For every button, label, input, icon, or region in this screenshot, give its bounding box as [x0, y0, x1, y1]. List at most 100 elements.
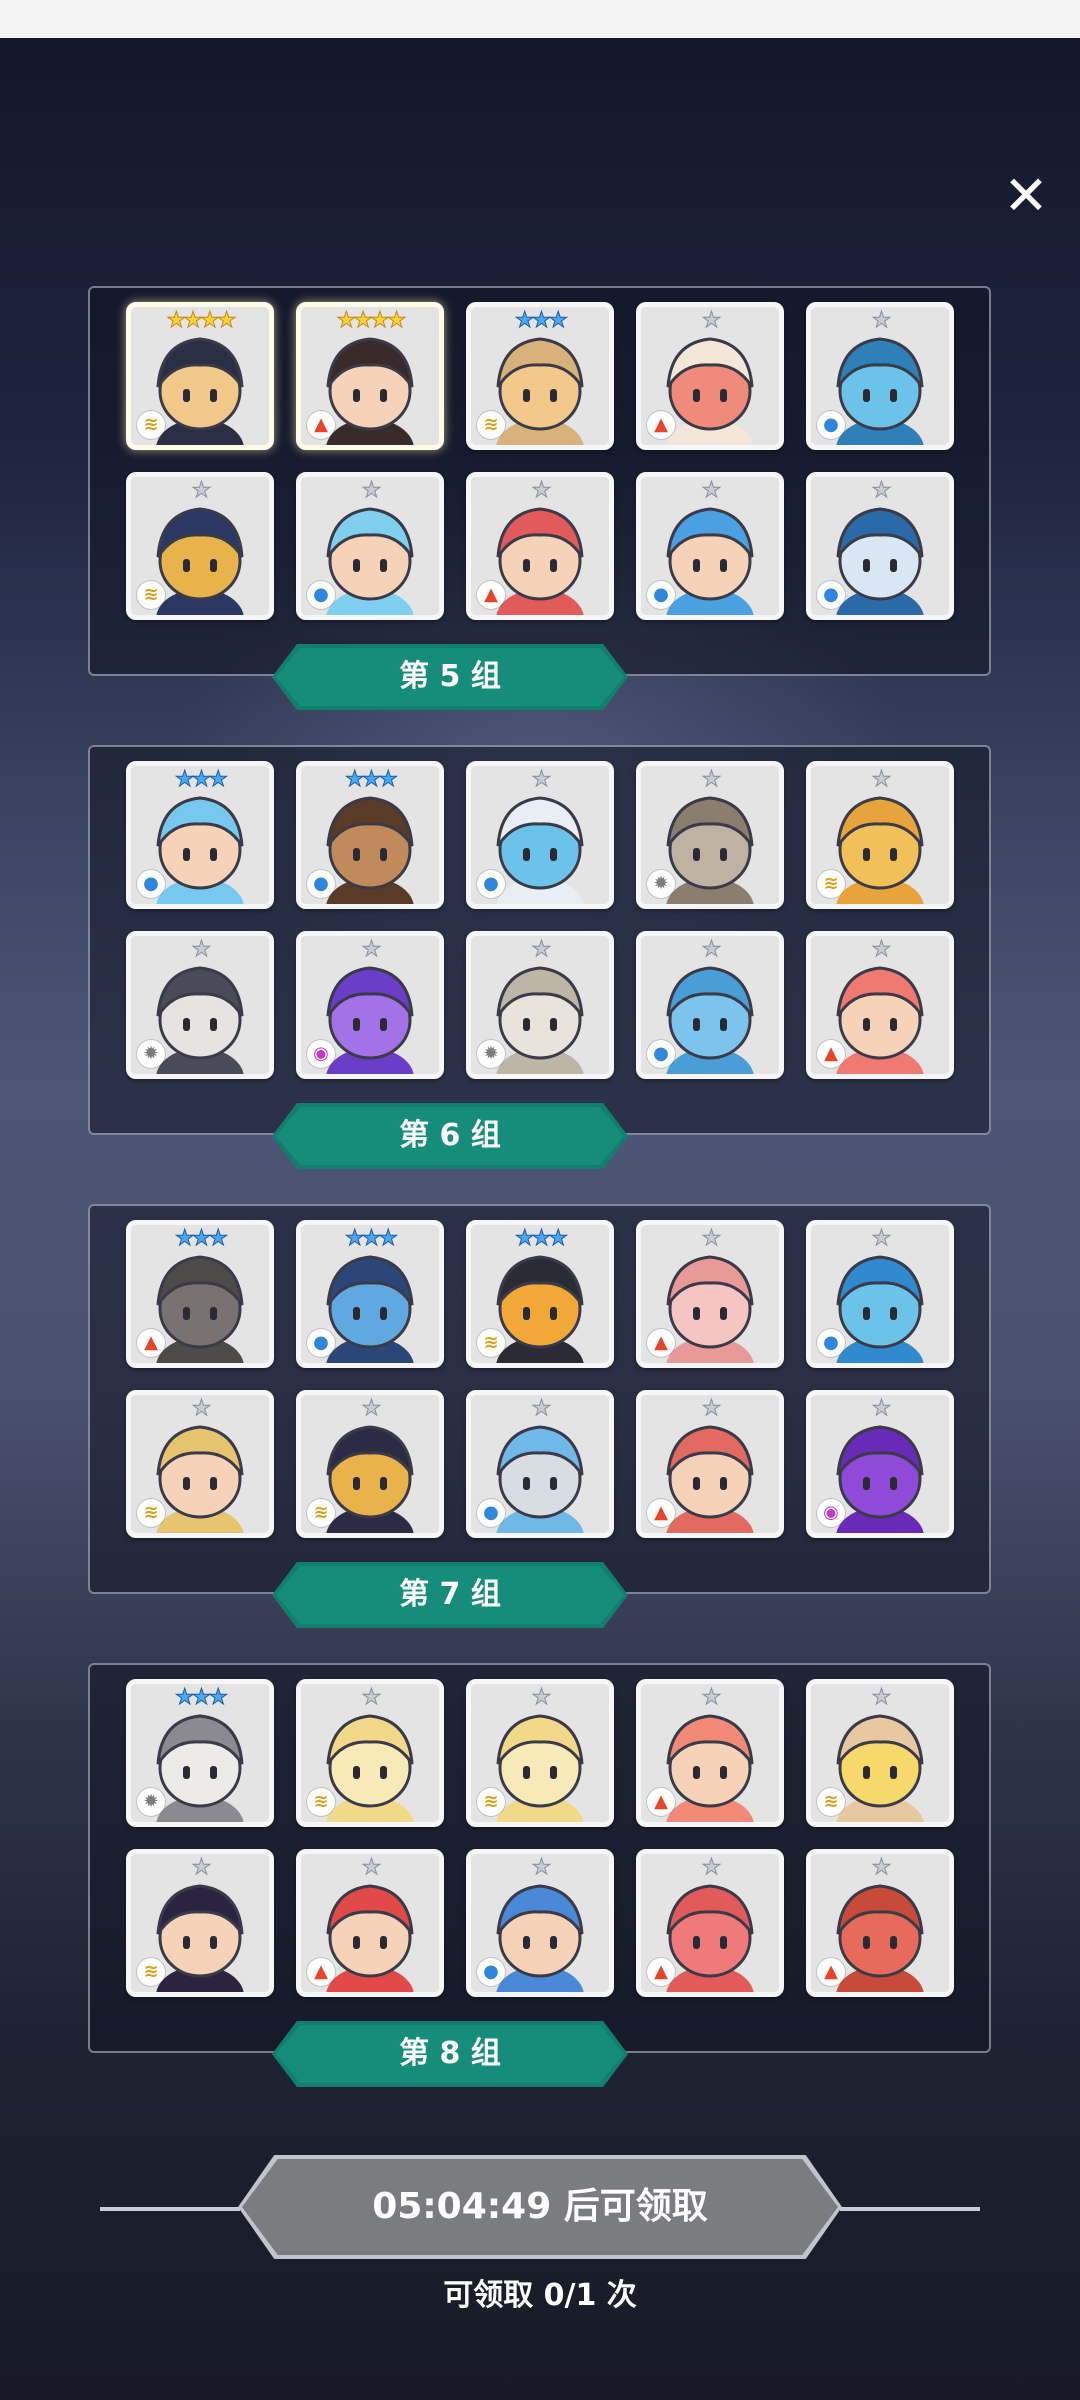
water-drop-icon: ●	[477, 1499, 505, 1527]
hero-card[interactable]: ★ ●	[296, 472, 444, 620]
hero-card[interactable]: ★ ≋	[806, 761, 954, 909]
hero-card[interactable]: ★ ✹	[466, 931, 614, 1079]
hero-card[interactable]: ★ ≋	[126, 1390, 274, 1538]
hero-card[interactable]: ★★★ ✹	[126, 1679, 274, 1827]
hero-card[interactable]: ★ ✹	[126, 931, 274, 1079]
tornado-icon: ≋	[307, 1499, 335, 1527]
star-rating: ★	[701, 1855, 722, 1880]
hero-card[interactable]: ★ ▲	[636, 1679, 784, 1827]
star-rating: ★	[871, 308, 892, 333]
hero-card[interactable]: ★ ●	[466, 1390, 614, 1538]
flame-icon: ▲	[307, 1958, 335, 1986]
star-rating: ★	[531, 937, 552, 962]
hero-card[interactable]: ★★★ ≋	[466, 1220, 614, 1368]
hero-card[interactable]: ★ ◉	[806, 1390, 954, 1538]
star-rating: ★	[871, 478, 892, 503]
star-rating: ★	[531, 478, 552, 503]
hero-card[interactable]: ★ ●	[636, 931, 784, 1079]
water-drop-icon: ●	[137, 870, 165, 898]
close-button[interactable]: ✕	[996, 166, 1056, 226]
hero-card[interactable]: ★ ▲	[636, 302, 784, 450]
group-label: 第 6 组	[276, 1107, 624, 1165]
hero-card[interactable]: ★ ≋	[466, 1679, 614, 1827]
star-rating: ★	[361, 937, 382, 962]
hero-card[interactable]: ★★★ ▲	[126, 1220, 274, 1368]
hero-grid: ★★★ ✹ ★ ≋ ★ ≋ ★ ▲ ★ ≋ ★ ≋ ★ ▲ ★ ● ★ ▲ ★ ▲	[126, 1679, 956, 2019]
hero-card[interactable]: ★ ●	[806, 472, 954, 620]
group-label: 第 7 组	[276, 1566, 624, 1624]
star-rating: ★	[191, 478, 212, 503]
star-rating: ★★★	[174, 1226, 228, 1251]
hero-card[interactable]: ★ ▲	[806, 931, 954, 1079]
tornado-icon: ≋	[137, 581, 165, 609]
hero-card[interactable]: ★★★ ●	[126, 761, 274, 909]
flame-icon: ▲	[817, 1040, 845, 1068]
star-rating: ★★★★	[166, 308, 237, 333]
hero-card[interactable]: ★ ≋	[126, 472, 274, 620]
hero-card[interactable]: ★★★ ●	[296, 1220, 444, 1368]
hero-card[interactable]: ★ ●	[466, 761, 614, 909]
sun-gear-icon: ✹	[137, 1040, 165, 1068]
hero-card[interactable]: ★ ✹	[636, 761, 784, 909]
hero-card[interactable]: ★ ▲	[296, 1849, 444, 1997]
claim-timer-button[interactable]: 05:04:49 后可领取	[238, 2155, 842, 2259]
water-drop-icon: ●	[647, 1040, 675, 1068]
hero-card[interactable]: ★★★ ●	[296, 761, 444, 909]
star-rating: ★★★	[514, 308, 568, 333]
tornado-icon: ≋	[477, 1329, 505, 1357]
hero-card[interactable]: ★ ≋	[296, 1390, 444, 1538]
star-rating: ★	[871, 1855, 892, 1880]
hero-card[interactable]: ★ ▲	[806, 1849, 954, 1997]
hero-card[interactable]: ★ ▲	[466, 472, 614, 620]
hero-card[interactable]: ★ ●	[466, 1849, 614, 1997]
group-label: 第 8 组	[276, 2025, 624, 2083]
star-rating: ★	[361, 478, 382, 503]
water-drop-icon: ●	[307, 581, 335, 609]
hero-card[interactable]: ★ ▲	[636, 1390, 784, 1538]
hero-card[interactable]: ★ ●	[636, 472, 784, 620]
star-rating: ★	[871, 767, 892, 792]
timer-divider-right	[840, 2207, 980, 2211]
sun-gear-icon: ✹	[137, 1788, 165, 1816]
sun-gear-icon: ✹	[647, 870, 675, 898]
hero-card[interactable]: ★★★ ≋	[466, 302, 614, 450]
hero-grid: ★★★★ ≋ ★★★★ ▲ ★★★ ≋ ★ ▲ ★ ● ★ ≋ ★ ● ★ ▲ ★ ● ★ ●	[126, 302, 956, 642]
star-rating: ★	[531, 1396, 552, 1421]
star-rating: ★	[871, 1685, 892, 1710]
group-panel: ★★★ ✹ ★ ≋ ★ ≋ ★ ▲ ★ ≋ ★ ≋ ★ ▲ ★ ● ★ ▲ ★ ▲	[88, 1663, 991, 2053]
hero-card[interactable]: ★★★★ ▲	[296, 302, 444, 450]
star-rating: ★	[701, 1396, 722, 1421]
water-drop-icon: ●	[817, 411, 845, 439]
star-rating: ★	[191, 937, 212, 962]
water-drop-icon: ●	[647, 581, 675, 609]
claim-count-text: 可领取 0/1 次	[443, 2278, 637, 2313]
star-rating: ★★★	[344, 767, 398, 792]
water-drop-icon: ●	[477, 870, 505, 898]
group-panel: ★★★ ▲ ★★★ ● ★★★ ≋ ★ ▲ ★ ● ★ ≋ ★ ≋ ★ ● ★ ▲ ★ ◉	[88, 1204, 991, 1594]
flame-icon: ▲	[137, 1329, 165, 1357]
hero-card[interactable]: ★ ▲	[636, 1849, 784, 1997]
flame-icon: ▲	[647, 1499, 675, 1527]
hero-card[interactable]: ★ ●	[806, 302, 954, 450]
star-rating: ★	[361, 1855, 382, 1880]
hero-card[interactable]: ★ ◉	[296, 931, 444, 1079]
dark-swirl-icon: ◉	[817, 1499, 845, 1527]
water-drop-icon: ●	[307, 1329, 335, 1357]
hero-card[interactable]: ★ ▲	[636, 1220, 784, 1368]
hero-card[interactable]: ★ ≋	[806, 1679, 954, 1827]
star-rating: ★	[871, 937, 892, 962]
star-rating: ★	[361, 1396, 382, 1421]
water-drop-icon: ●	[817, 1329, 845, 1357]
group-label-banner: 第 8 组	[272, 2021, 628, 2087]
dark-swirl-icon: ◉	[307, 1040, 335, 1068]
hero-card[interactable]: ★ ●	[806, 1220, 954, 1368]
star-rating: ★★★	[174, 767, 228, 792]
hero-card[interactable]: ★★★★ ≋	[126, 302, 274, 450]
group-label-banner: 第 6 组	[272, 1103, 628, 1169]
hero-card[interactable]: ★ ≋	[296, 1679, 444, 1827]
tornado-icon: ≋	[137, 411, 165, 439]
hero-card[interactable]: ★ ≋	[126, 1849, 274, 1997]
star-rating: ★	[871, 1396, 892, 1421]
water-drop-icon: ●	[307, 870, 335, 898]
flame-icon: ▲	[817, 1958, 845, 1986]
